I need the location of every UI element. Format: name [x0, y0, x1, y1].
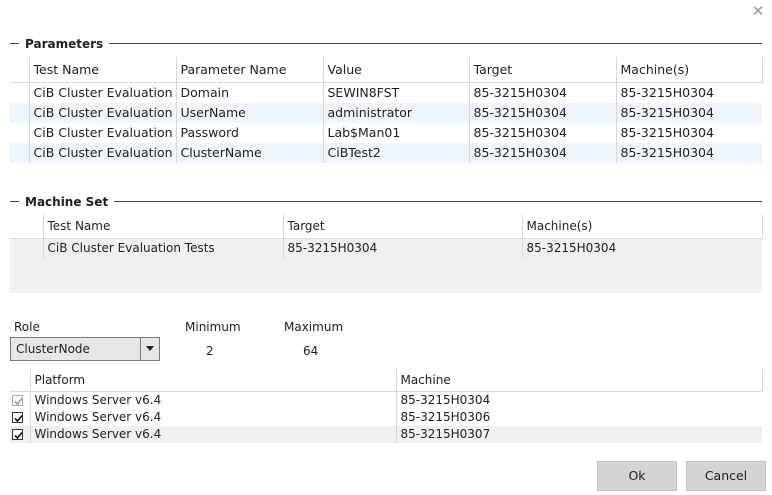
column-header-test-name[interactable]: Test Name	[43, 214, 284, 239]
parameter-cell-value[interactable]: SEWIN8FST	[323, 82, 470, 103]
row-header-cell	[10, 57, 30, 83]
platform-checkbox[interactable]	[12, 412, 23, 423]
row-header-cell[interactable]	[10, 103, 30, 123]
machine-set-section-header: Machine Set	[10, 194, 762, 210]
checkmark-icon	[14, 431, 23, 440]
parameter-cell-test-name[interactable]: CiB Cluster Evaluation Te	[29, 143, 177, 163]
section-rule	[98, 43, 762, 44]
role-label: Role	[14, 320, 40, 334]
parameter-cell-name[interactable]: Password	[176, 123, 324, 143]
cancel-button[interactable]: Cancel	[686, 461, 766, 491]
row-header-cell	[10, 369, 31, 392]
checkbox-cell[interactable]	[10, 426, 31, 443]
row-header-cell[interactable]	[10, 143, 30, 163]
parameter-row[interactable]: CiB Cluster Evaluation Te Domain SEWIN8F…	[10, 82, 762, 104]
parameter-cell-target[interactable]: 85-3215H0304	[469, 82, 617, 103]
row-header-cell[interactable]	[10, 123, 30, 143]
column-header-parameter-name[interactable]: Parameter Name	[176, 57, 324, 83]
parameter-cell-machines[interactable]: 85-3215H0304	[616, 123, 762, 143]
platform-cell[interactable]: Windows Server v6.4	[30, 426, 397, 443]
platform-row[interactable]: Windows Server v6.4 85-3215H0304	[10, 391, 762, 410]
parameter-row[interactable]: CiB Cluster Evaluation Te ClusterName Ci…	[10, 143, 762, 163]
machine-cell[interactable]: 85-3215H0307	[396, 426, 762, 443]
checkbox-cell[interactable]	[10, 409, 31, 426]
column-header-machine[interactable]: Machine	[396, 369, 763, 392]
minimum-label: Minimum	[185, 320, 241, 334]
machine-cell[interactable]: 85-3215H0306	[396, 409, 762, 426]
column-header-test-name[interactable]: Test Name	[29, 57, 177, 83]
machine-set-cell-target[interactable]: 85-3215H0304	[283, 238, 523, 258]
column-header-value[interactable]: Value	[323, 57, 470, 83]
parameters-section-title: Parameters	[25, 36, 110, 52]
column-header-platform[interactable]: Platform	[30, 369, 397, 392]
chevron-down-icon	[146, 346, 154, 351]
parameter-cell-test-name[interactable]: CiB Cluster Evaluation Te	[29, 123, 177, 143]
maximum-value: 64	[303, 344, 319, 358]
machine-set-empty-area	[10, 258, 762, 293]
machine-set-cell-test-name[interactable]: CiB Cluster Evaluation Tests	[43, 238, 284, 258]
section-collapse-dash[interactable]	[10, 201, 19, 202]
machine-set-row[interactable]: CiB Cluster Evaluation Tests 85-3215H030…	[10, 238, 762, 258]
row-header-cell[interactable]	[10, 82, 30, 103]
platform-row[interactable]: Windows Server v6.4 85-3215H0306	[10, 409, 762, 426]
parameter-cell-value[interactable]: administrator	[323, 103, 470, 123]
parameter-cell-test-name[interactable]: CiB Cluster Evaluation Te	[29, 82, 177, 103]
platform-row[interactable]: Windows Server v6.4 85-3215H0307	[10, 426, 762, 443]
section-rule	[105, 201, 762, 202]
column-header-target[interactable]: Target	[283, 214, 523, 239]
section-collapse-dash[interactable]	[10, 43, 19, 44]
dropdown-arrow-button[interactable]	[140, 338, 159, 360]
parameter-cell-machines[interactable]: 85-3215H0304	[616, 83, 762, 104]
parameter-cell-name[interactable]: UserName	[176, 103, 324, 123]
minimum-value: 2	[206, 344, 214, 358]
parameter-cell-test-name[interactable]: CiB Cluster Evaluation Te	[29, 103, 177, 123]
checkmark-icon	[14, 397, 23, 406]
machine-set-header-row: Test Name Target Machine(s)	[10, 214, 763, 239]
row-header-cell[interactable]	[10, 238, 44, 258]
parameter-row[interactable]: CiB Cluster Evaluation Te UserName admin…	[10, 103, 762, 123]
column-header-target[interactable]: Target	[469, 57, 617, 83]
parameter-cell-machines[interactable]: 85-3215H0304	[616, 143, 762, 163]
parameters-section-header: Parameters	[10, 36, 762, 52]
maximum-label: Maximum	[284, 320, 344, 334]
platform-checkbox[interactable]	[12, 395, 23, 406]
parameter-cell-target[interactable]: 85-3215H0304	[469, 123, 617, 143]
checkmark-icon	[14, 414, 23, 423]
parameter-cell-machines[interactable]: 85-3215H0304	[616, 103, 762, 123]
ok-button[interactable]: Ok	[597, 461, 677, 491]
platform-header-row: Platform Machine	[10, 369, 763, 392]
parameter-row[interactable]: CiB Cluster Evaluation Te Password Lab$M…	[10, 123, 762, 143]
parameter-cell-name[interactable]: ClusterName	[176, 143, 324, 163]
platform-cell[interactable]: Windows Server v6.4	[30, 391, 397, 409]
parameter-cell-value[interactable]: Lab$Man01	[323, 123, 470, 143]
parameter-cell-name[interactable]: Domain	[176, 82, 324, 103]
column-header-machines[interactable]: Machine(s)	[616, 57, 763, 83]
machine-set-section-title: Machine Set	[25, 194, 115, 210]
machine-set-grid: Test Name Target Machine(s) CiB Cluster …	[10, 214, 763, 258]
column-header-machines[interactable]: Machine(s)	[522, 214, 763, 239]
checkbox-cell[interactable]	[10, 391, 31, 409]
machine-set-cell-machines[interactable]: 85-3215H0304	[522, 238, 762, 258]
parameter-cell-target[interactable]: 85-3215H0304	[469, 143, 617, 163]
machine-cell[interactable]: 85-3215H0304	[396, 392, 762, 410]
parameters-grid: Test Name Parameter Name Value Target Ma…	[10, 57, 763, 163]
row-header-cell	[10, 214, 44, 239]
role-dropdown[interactable]: ClusterNode	[10, 337, 160, 361]
parameter-cell-value[interactable]: CiBTest2	[323, 143, 470, 163]
platform-cell[interactable]: Windows Server v6.4	[30, 409, 397, 426]
close-icon[interactable]: ✕	[748, 2, 768, 20]
platform-grid: Platform Machine Windows Server v6.4 85-…	[10, 369, 763, 443]
parameter-cell-target[interactable]: 85-3215H0304	[469, 103, 617, 123]
role-dropdown-value: ClusterNode	[16, 342, 90, 356]
platform-checkbox[interactable]	[12, 429, 23, 440]
parameters-header-row: Test Name Parameter Name Value Target Ma…	[10, 57, 763, 83]
